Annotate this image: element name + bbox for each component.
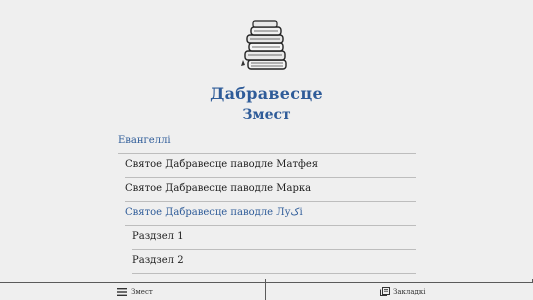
toc-item-chapter-1[interactable]: Раздзел 1	[132, 227, 184, 247]
divider	[125, 177, 416, 178]
contents-title: Змест	[242, 107, 291, 123]
tab-bookmarks[interactable]: Закладкі	[380, 283, 425, 300]
tab-contents[interactable]: Змест	[117, 283, 153, 300]
divider	[132, 249, 416, 250]
divider	[118, 153, 416, 154]
toc-item-chapter-2[interactable]: Раздзел 2	[132, 251, 184, 271]
bookmarks-icon	[380, 287, 390, 296]
app-title: Дабравесце	[210, 84, 323, 103]
menu-icon	[117, 287, 127, 296]
toc-item-luke[interactable]: Святое Дабравесце паводле Луکі	[125, 203, 303, 223]
divider	[125, 201, 416, 202]
tab-bookmarks-label: Закладкі	[393, 287, 426, 296]
bottom-tab-bar: Змест Закладкі	[0, 279, 533, 300]
tab-corner	[529, 279, 533, 283]
header: Дабравесце Змест	[0, 0, 533, 130]
divider	[125, 225, 416, 226]
tab-contents-label: Змест	[131, 287, 153, 296]
books-stack-icon	[241, 20, 287, 70]
toc-item-gospels[interactable]: Евангеллі	[118, 131, 171, 151]
toc-item-mark[interactable]: Святое Дабравесце паводле Марка	[125, 179, 311, 199]
toc-item-matthew[interactable]: Святое Дабравесце паводле Матфея	[125, 155, 318, 175]
divider	[132, 273, 416, 274]
tab-divider	[265, 283, 266, 300]
